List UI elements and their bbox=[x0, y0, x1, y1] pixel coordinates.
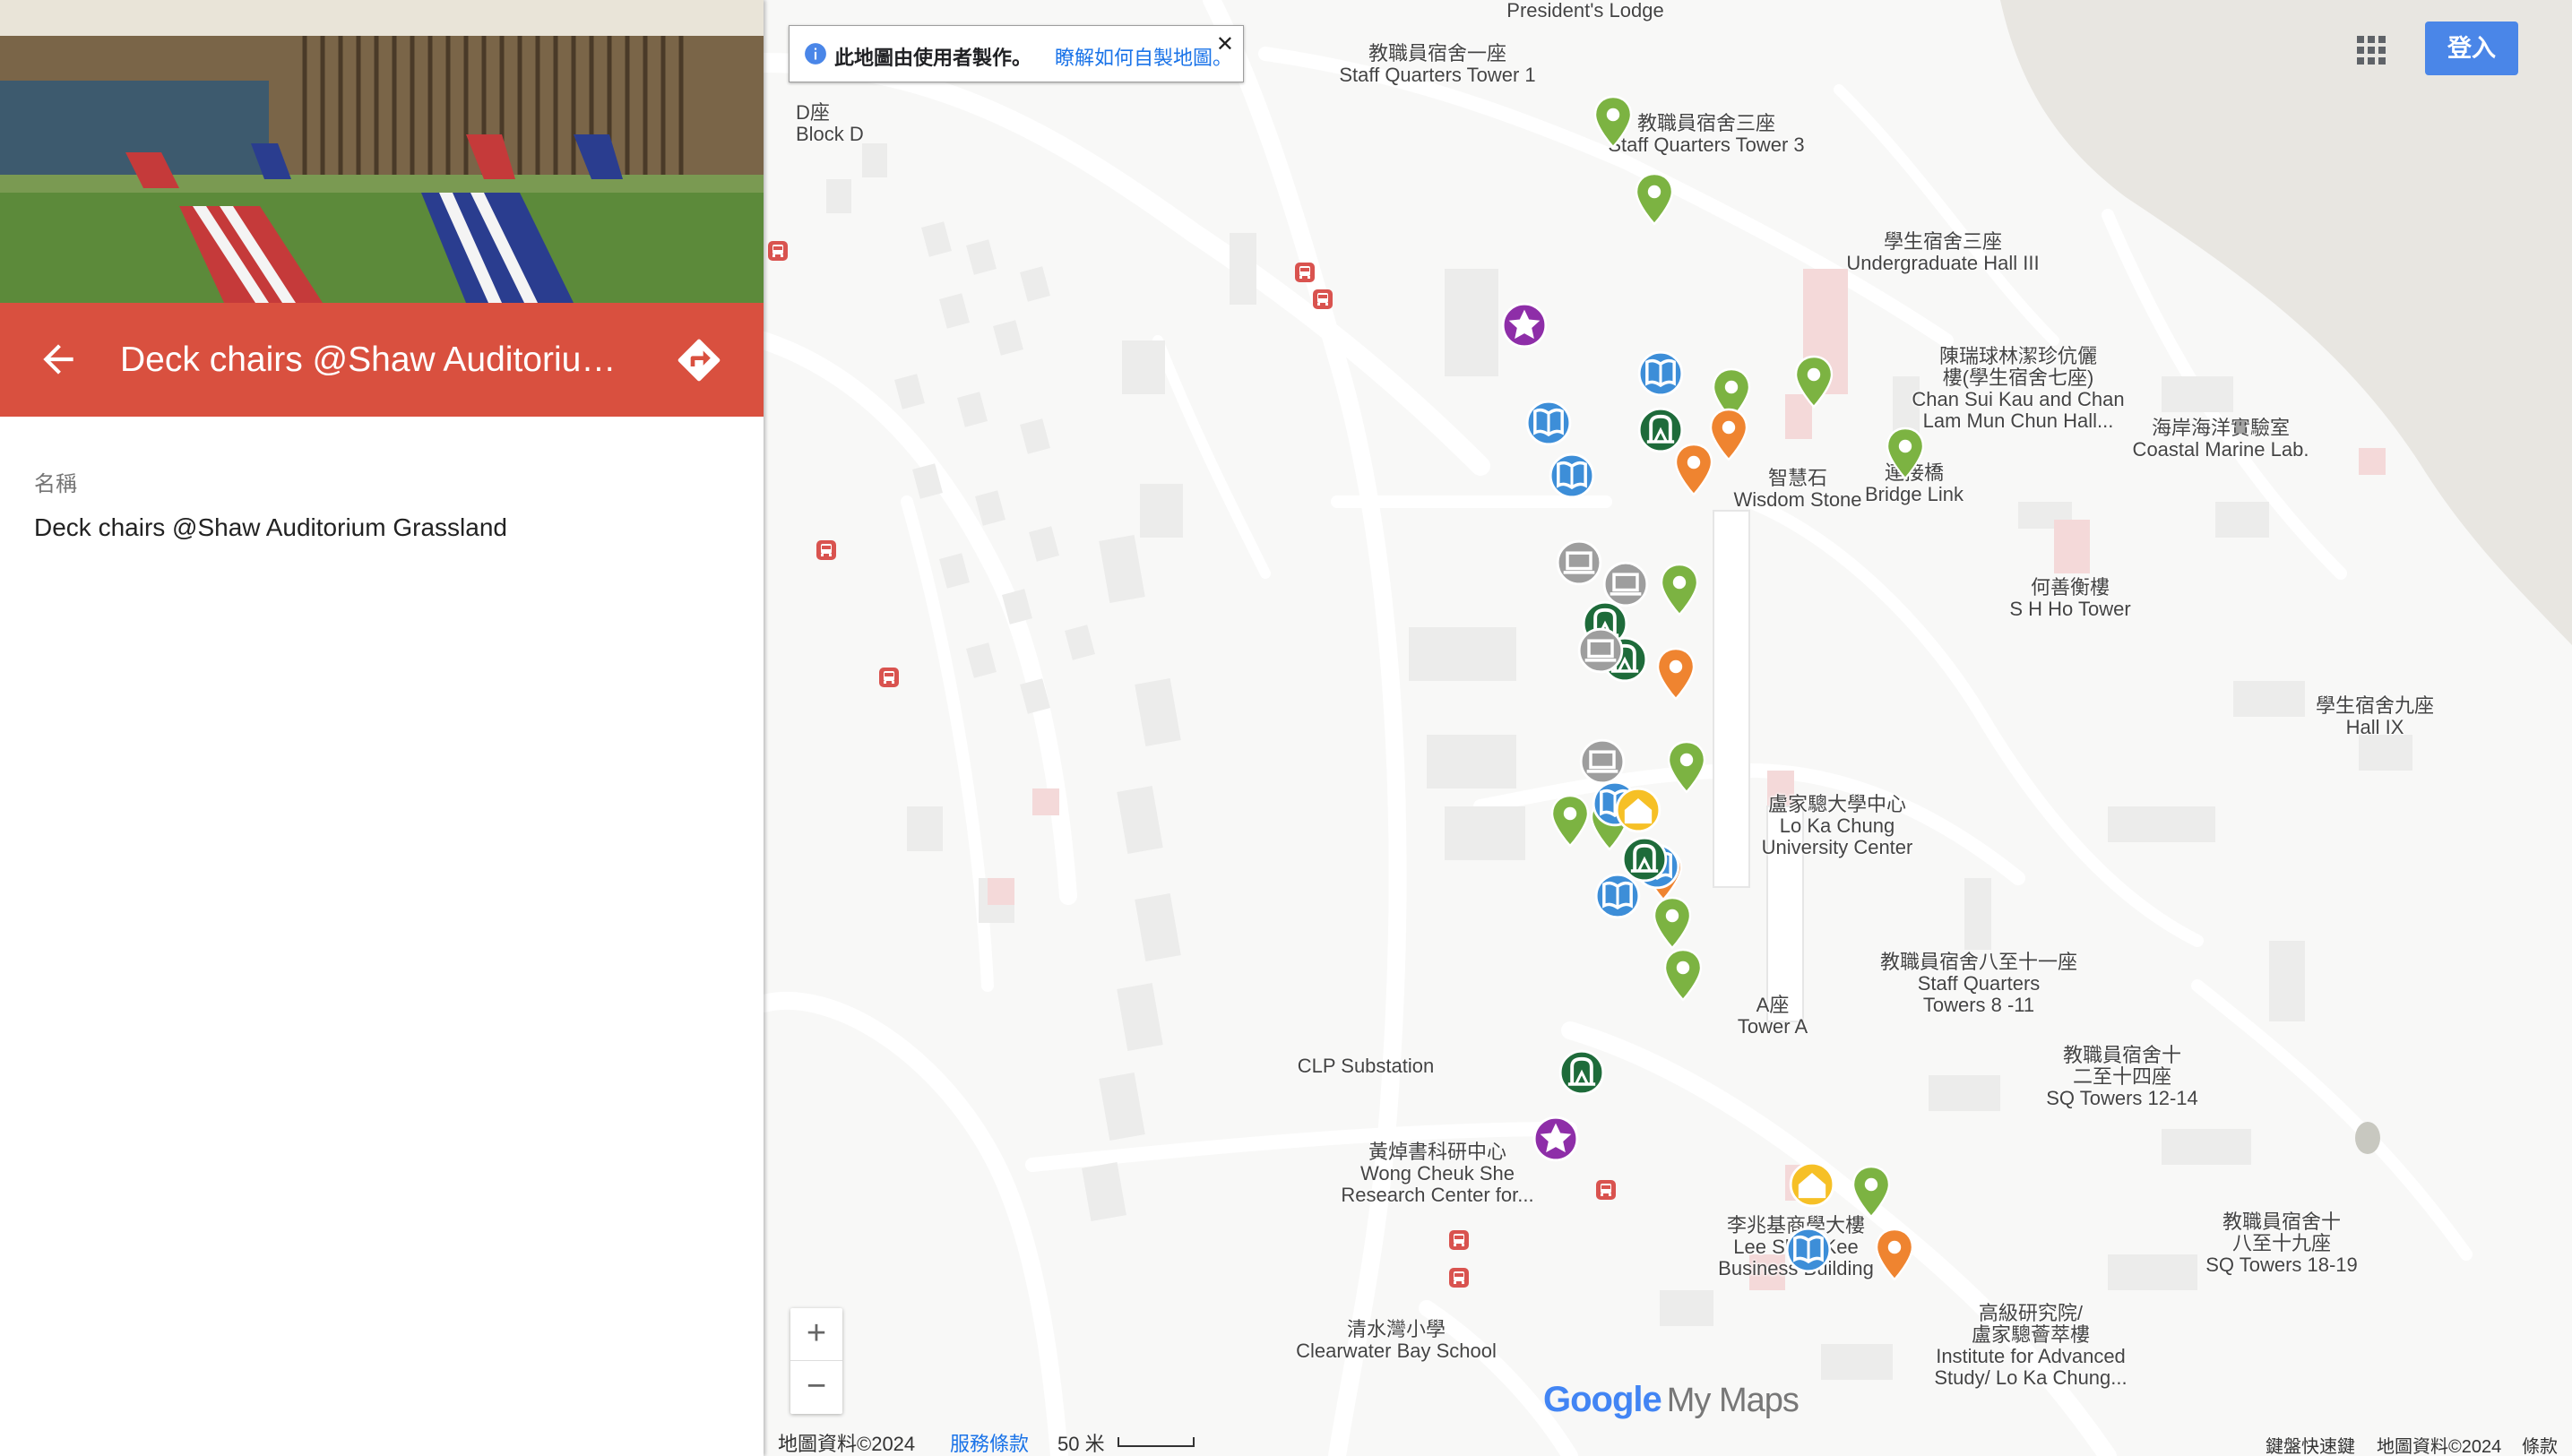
place-info: 名稱 Deck chairs @Shaw Auditorium Grasslan… bbox=[34, 466, 507, 542]
terms-right-link[interactable]: 條款 bbox=[2522, 1432, 2558, 1456]
map-label-coastal-lab: 海岸海洋實驗室 Coastal Marine Lab. bbox=[2132, 417, 2309, 461]
building-icon[interactable] bbox=[1558, 1049, 1605, 1096]
book-icon[interactable] bbox=[1549, 452, 1595, 499]
zoom-controls: + − bbox=[790, 1308, 842, 1414]
green-place-pin-icon[interactable] bbox=[1884, 426, 1927, 480]
map-footer: 地圖資料©2024 服務條款 50 米 鍵盤快速鍵 地圖資料©2024 條款 bbox=[764, 1425, 2572, 1456]
close-icon[interactable]: ✕ bbox=[1216, 31, 1234, 57]
building-icon[interactable] bbox=[1637, 407, 1684, 453]
book-icon[interactable] bbox=[1594, 873, 1641, 919]
map-canvas[interactable]: President's Lodge 教職員宿舍一座 Staff Quarters … bbox=[764, 0, 2572, 1456]
name-label: 名稱 bbox=[34, 472, 77, 496]
map-label-cwb-school: 清水灣小學 Clearwater Bay School bbox=[1296, 1318, 1497, 1362]
map-label-hall-9: 學生宿舍九座 Hall IX bbox=[2315, 694, 2435, 738]
attribution-text: 地圖資料©2024 bbox=[778, 1433, 916, 1455]
zoom-in-button[interactable]: + bbox=[790, 1308, 842, 1360]
star-icon[interactable] bbox=[1501, 302, 1548, 349]
logo-mymaps: My Maps bbox=[1666, 1382, 1800, 1419]
map-label-wisdom-stone: 智慧石 Wisdom Stone bbox=[1733, 467, 1862, 511]
bus-stop-icon[interactable] bbox=[816, 539, 837, 561]
star-icon[interactable] bbox=[1532, 1116, 1579, 1162]
book-icon[interactable] bbox=[1785, 1227, 1832, 1273]
bus-stop-icon[interactable] bbox=[1448, 1229, 1470, 1251]
map-label-clp: CLP Substation bbox=[1297, 1055, 1435, 1077]
home-icon[interactable] bbox=[1789, 1161, 1835, 1208]
map-label-chan-hall: 陳瑞球林潔珍伉儷 樓(學生宿舍七座) Chan Sui Kau and Chan La… bbox=[1912, 345, 2125, 432]
bus-stop-icon[interactable] bbox=[1294, 262, 1316, 283]
bus-stop-icon[interactable] bbox=[1312, 289, 1333, 310]
place-title: Deck chairs @Shaw Auditoriu… bbox=[120, 340, 617, 379]
map-label-block-d: D座 Block D bbox=[796, 101, 864, 145]
google-my-maps-logo: Google My Maps bbox=[1543, 1380, 1800, 1420]
logo-google: Google bbox=[1543, 1380, 1662, 1419]
apps-grid-icon[interactable] bbox=[2355, 34, 2387, 66]
green-place-pin-icon[interactable] bbox=[1592, 95, 1635, 149]
map-label-staff-tower-3: 教職員宿舍三座 Staff Quarters Tower 3 bbox=[1608, 112, 1805, 156]
green-place-pin-icon[interactable] bbox=[1549, 794, 1592, 848]
map-label-tower-a: A座 Tower A bbox=[1737, 994, 1808, 1038]
map-label-sq-12-14: 教職員宿舍十 二至十四座 SQ Towers 12-14 bbox=[2046, 1044, 2198, 1109]
sign-in-button[interactable]: 登入 bbox=[2425, 22, 2518, 75]
terms-link[interactable]: 服務條款 bbox=[950, 1428, 1029, 1456]
orange-place-pin-icon[interactable] bbox=[1707, 408, 1750, 461]
scale-bar bbox=[1118, 1437, 1195, 1447]
side-panel: Deck chairs @Shaw Auditoriu… 名稱 Deck cha… bbox=[0, 0, 764, 1456]
notice-text: 此地圖由使用者製作。 bbox=[834, 47, 1032, 69]
green-place-pin-icon[interactable] bbox=[1661, 948, 1705, 1002]
back-arrow-icon[interactable] bbox=[36, 337, 81, 382]
map-label-ug-hall-3: 學生宿舍三座 Undergraduate Hall III bbox=[1846, 230, 2040, 274]
bus-stop-icon[interactable] bbox=[767, 240, 789, 262]
green-place-pin-icon[interactable] bbox=[1651, 896, 1694, 950]
attribution-right: 地圖資料©2024 bbox=[2377, 1437, 2502, 1456]
map-label-lkc-center: 盧家驄大學中心 Lo Ka Chung University Center bbox=[1761, 793, 1913, 858]
map-label-ias: 高級研究院/盧家驄薈萃樓 Institute for Advanced Study/… bbox=[1934, 1302, 2128, 1389]
zoom-out-button[interactable]: − bbox=[790, 1361, 842, 1413]
user-map-notice: 此地圖由使用者製作。 瞭解如何自製地圖。 ✕ bbox=[789, 25, 1244, 82]
laptop-icon[interactable] bbox=[1556, 539, 1602, 586]
home-icon[interactable] bbox=[1615, 787, 1661, 833]
map-label-sh-ho: 何善衡樓 S H Ho Tower bbox=[2009, 576, 2131, 620]
map-label-sq-18-19: 教職員宿舍十 八至十九座 SQ Towers 18-19 bbox=[2205, 1210, 2358, 1276]
orange-place-pin-icon[interactable] bbox=[1873, 1228, 1916, 1281]
map-label-staff-8-11: 教職員宿舍八至十一座 Staff Quarters Towers 8 -11 bbox=[1879, 951, 2078, 1016]
book-icon[interactable] bbox=[1525, 400, 1572, 446]
green-place-pin-icon[interactable] bbox=[1665, 740, 1708, 794]
book-icon[interactable] bbox=[1637, 350, 1684, 397]
green-place-pin-icon[interactable] bbox=[1633, 172, 1676, 226]
place-photo bbox=[0, 0, 764, 303]
map-label-presidents-lodge: President's Lodge bbox=[1506, 0, 1664, 22]
laptop-icon[interactable] bbox=[1577, 627, 1624, 674]
place-header: Deck chairs @Shaw Auditoriu… bbox=[0, 303, 764, 417]
scale-label: 50 米 bbox=[1057, 1433, 1105, 1455]
directions-icon[interactable] bbox=[674, 335, 724, 385]
bus-stop-icon[interactable] bbox=[878, 667, 900, 688]
bus-stop-icon[interactable] bbox=[1595, 1179, 1617, 1201]
green-place-pin-icon[interactable] bbox=[1658, 563, 1701, 616]
bus-stop-icon[interactable] bbox=[1448, 1267, 1470, 1288]
info-icon bbox=[805, 43, 826, 65]
map-label-staff-tower-1: 教職員宿舍一座 Staff Quarters Tower 1 bbox=[1339, 42, 1536, 86]
orange-place-pin-icon[interactable] bbox=[1654, 647, 1697, 701]
learn-more-link[interactable]: 瞭解如何自製地圖。 bbox=[1055, 42, 1232, 71]
laptop-icon[interactable] bbox=[1579, 738, 1626, 785]
name-value: Deck chairs @Shaw Auditorium Grassland bbox=[34, 513, 507, 541]
keyboard-shortcuts-link[interactable]: 鍵盤快速鍵 bbox=[2266, 1432, 2355, 1456]
green-place-pin-icon[interactable] bbox=[1792, 355, 1835, 409]
map-label-wong-cheuk-she: 黃焯書科研中心 Wong Cheuk She Research Center for… bbox=[1341, 1141, 1534, 1206]
green-place-pin-icon[interactable] bbox=[1850, 1165, 1893, 1219]
